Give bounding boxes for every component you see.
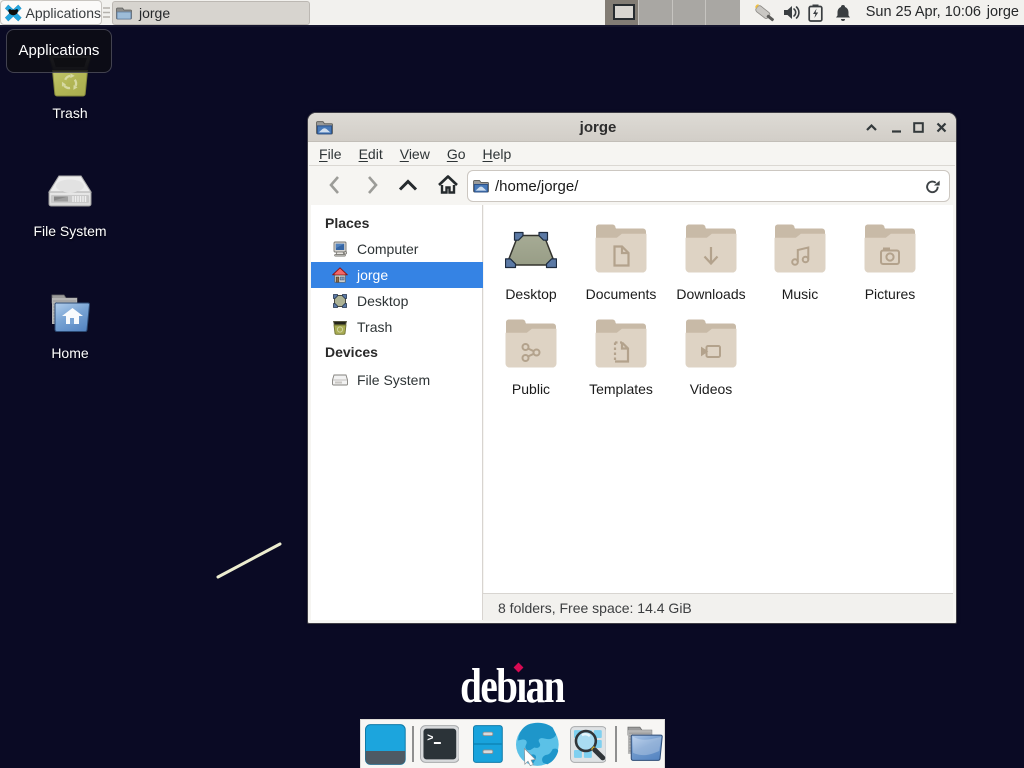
svg-text:>: >	[427, 733, 434, 745]
